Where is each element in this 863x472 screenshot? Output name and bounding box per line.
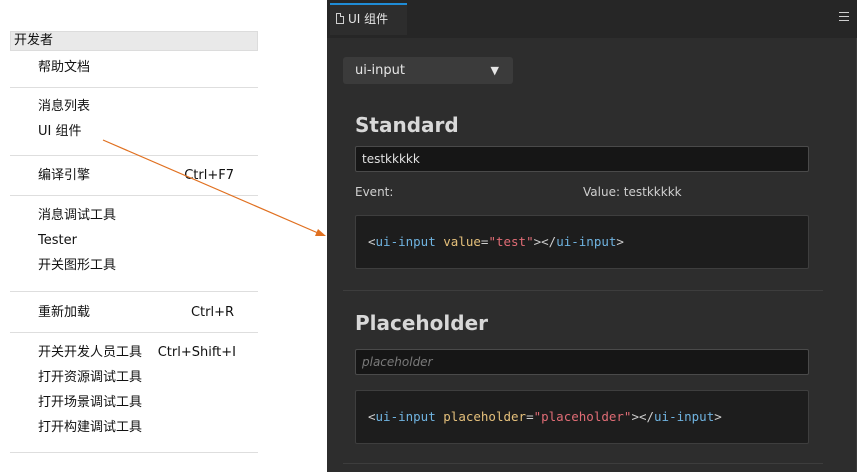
menu-item-label: Tester (38, 233, 77, 248)
menu-item-label: 开关图形工具 (38, 258, 117, 273)
section-title-standard: Standard (355, 113, 459, 137)
menu-separator (10, 291, 258, 292)
developer-menu: 开发者 帮助文档 消息列表 UI 组件 编译引擎 Ctrl+F7 消息调试工具 … (0, 0, 260, 472)
document-icon (336, 13, 344, 24)
menu-item-message-list[interactable]: 消息列表 (10, 94, 258, 119)
menu-item-build-debug-tool[interactable]: 打开构建调试工具 (10, 415, 258, 440)
standard-input[interactable]: testkkkkk (355, 146, 809, 172)
tab-label: UI 组件 (348, 12, 389, 26)
placeholder-input[interactable]: placeholder (355, 349, 809, 375)
menu-group-reload: 重新加载 Ctrl+R (10, 300, 258, 325)
shortcut-label: Ctrl+Shift+I (157, 345, 236, 360)
shortcut-label: Ctrl+F7 (184, 168, 234, 183)
section-divider (343, 463, 823, 464)
select-value: ui-input (355, 63, 405, 78)
menu-item-label: 打开资源调试工具 (38, 370, 143, 385)
menu-separator (10, 87, 258, 88)
value-label: Value: testkkkkk (583, 185, 682, 199)
shortcut-label: Ctrl+R (190, 305, 234, 320)
menu-item-label: 编译引擎 (38, 168, 91, 183)
menu-item-label: 打开构建调试工具 (38, 420, 143, 435)
menu-group-help: 帮助文档 (10, 55, 258, 80)
menu-item-ui-components[interactable]: UI 组件 (10, 119, 258, 144)
menu-group-tools: 消息调试工具 Tester 开关图形工具 (10, 203, 258, 278)
menu-group-compile: 编译引擎 Ctrl+F7 (10, 163, 258, 188)
menu-item-toggle-devtools[interactable]: 开关开发人员工具 Ctrl+Shift+I (10, 340, 258, 365)
menu-separator (10, 452, 258, 453)
menu-item-message-debug-tool[interactable]: 消息调试工具 (10, 203, 258, 228)
tab-bar: UI 组件 (327, 0, 857, 38)
event-label: Event: (355, 185, 394, 199)
menu-item-asset-debug-tool[interactable]: 打开资源调试工具 (10, 365, 258, 390)
menu-item-label: 帮助文档 (38, 60, 91, 75)
menu-item-label: 打开场景调试工具 (38, 395, 143, 410)
tab-ui-components[interactable]: UI 组件 (330, 3, 407, 35)
menu-separator (10, 332, 258, 333)
component-select[interactable]: ui-input ▼ (343, 57, 513, 84)
menu-item-label: 重新加载 (38, 305, 91, 320)
menu-item-label: 消息调试工具 (38, 208, 117, 223)
code-sample-placeholder: <ui-input placeholder="placeholder"></ui… (355, 390, 809, 444)
menu-group-devtools: 开关开发人员工具 Ctrl+Shift+I 打开资源调试工具 打开场景调试工具 … (10, 340, 258, 440)
menu-item-help-docs[interactable]: 帮助文档 (10, 55, 258, 80)
menu-item-label: 消息列表 (38, 99, 91, 114)
menu-header: 开发者 (10, 31, 258, 51)
menu-item-label: UI 组件 (38, 124, 82, 139)
menu-item-reload[interactable]: 重新加载 Ctrl+R (10, 300, 258, 325)
menu-separator (10, 155, 258, 156)
menu-item-label: 开关开发人员工具 (38, 345, 143, 360)
hamburger-menu-icon[interactable] (839, 12, 849, 21)
panel-edge (856, 38, 857, 472)
chevron-down-icon: ▼ (490, 64, 499, 77)
ui-components-panel: UI 组件 ui-input ▼ Standard testkkkkk Even… (327, 0, 857, 472)
menu-item-tester[interactable]: Tester (10, 228, 258, 253)
section-title-placeholder: Placeholder (355, 311, 489, 335)
code-sample-standard: <ui-input value="test"></ui-input> (355, 215, 809, 269)
menu-separator (10, 195, 258, 196)
menu-item-graphics-tool[interactable]: 开关图形工具 (10, 253, 258, 278)
menu-item-compile-engine[interactable]: 编译引擎 Ctrl+F7 (10, 163, 258, 188)
section-divider (343, 290, 823, 291)
menu-group-messages: 消息列表 UI 组件 (10, 94, 258, 144)
menu-item-scene-debug-tool[interactable]: 打开场景调试工具 (10, 390, 258, 415)
